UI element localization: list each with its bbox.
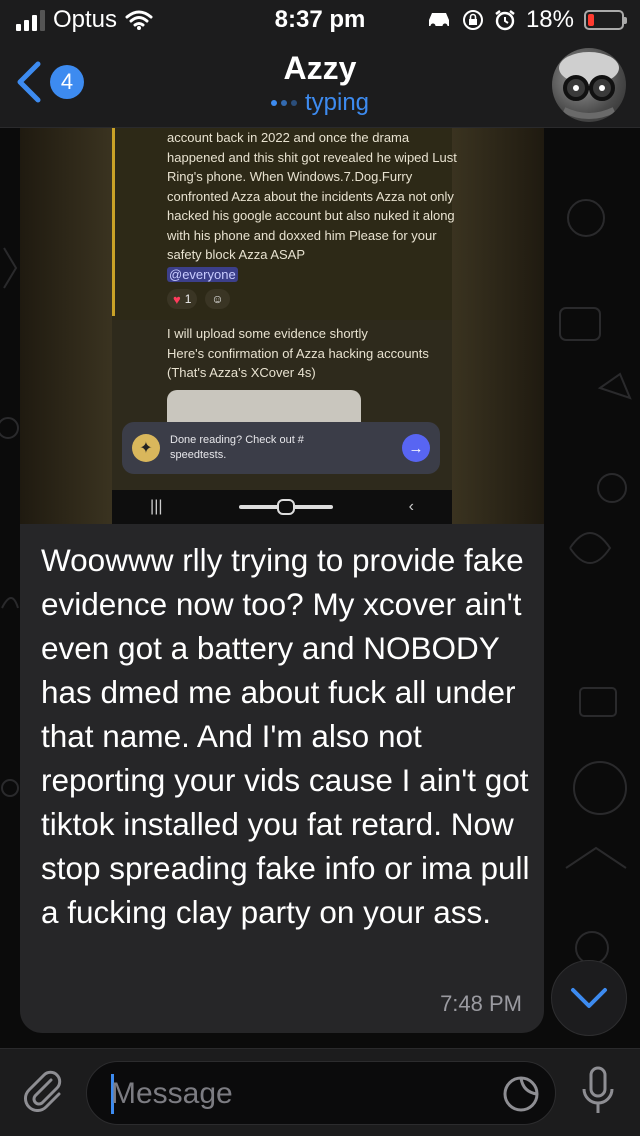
message-input[interactable] [111, 1072, 471, 1116]
avatar[interactable] [552, 48, 626, 122]
alarm-icon [495, 10, 515, 31]
media-followup-line2: Here's confirmation of Azza hacking acco… [167, 345, 429, 361]
media-followup-text: I will upload some evidence shortly Here… [167, 324, 457, 383]
message-time: 7:48 PM [440, 991, 522, 1016]
heart-icon: ♥ [173, 291, 181, 307]
media-blur-right [452, 128, 544, 524]
microphone-icon [582, 1066, 614, 1113]
home-pill-icon [238, 499, 333, 515]
media-toast-text: Done reading? Check out # speedtests. [170, 433, 392, 463]
media-mention: @everyone [167, 266, 238, 282]
message-bubble[interactable]: account back in 2022 and once the drama … [20, 128, 544, 1033]
avatar-image [559, 52, 619, 119]
scroll-to-bottom-button[interactable] [551, 960, 627, 1036]
message-field[interactable] [86, 1061, 556, 1125]
rotation-lock-icon [462, 10, 483, 30]
recents-icon: ||| [150, 498, 163, 515]
message-text: Woowww rlly trying to provide fake evide… [41, 542, 530, 930]
arrow-right-icon: → [402, 434, 430, 462]
sticker-icon[interactable] [501, 1074, 541, 1114]
status-bar: Optus 8:37 pm 18% [0, 0, 640, 42]
chat-title: Azzy [283, 50, 357, 86]
media-post-text: account back in 2022 and once the drama … [167, 128, 457, 284]
media-followup-line3: (That's Azza's XCover 4s) [167, 365, 316, 380]
media-blur-left [20, 128, 112, 524]
media-post-body: account back in 2022 and once the drama … [167, 130, 457, 262]
media-toast: ✦ Done reading? Check out # speedtests. … [122, 422, 440, 474]
media-android-nav: ||| ‹ [112, 490, 452, 524]
toast-line2: speedtests. [170, 449, 227, 461]
message-media-screenshot[interactable]: account back in 2022 and once the drama … [20, 128, 544, 524]
reaction-count: 1 [184, 292, 192, 306]
mascot-icon: ✦ [132, 434, 160, 462]
add-reaction-icon: ☺ [205, 289, 230, 309]
battery-percent: 18% [525, 6, 574, 33]
paperclip-icon [24, 1070, 62, 1112]
chat-title-block[interactable]: Azzy typing [0, 50, 640, 117]
reaction-heart: ♥ 1 [167, 289, 198, 309]
status-right: 18% [426, 6, 627, 34]
chevron-down-icon [571, 988, 607, 1008]
attach-button[interactable] [18, 1065, 68, 1115]
media-quote-bar [112, 128, 115, 316]
voice-record-button[interactable] [576, 1063, 620, 1119]
typing-indicator: typing [0, 89, 640, 117]
car-icon [428, 13, 449, 29]
chat-status-text: typing [304, 89, 370, 116]
toast-line1: Done reading? Check out # [170, 434, 304, 446]
message-input-bar [0, 1048, 640, 1136]
media-followup-line1: I will upload some evidence shortly [167, 326, 368, 341]
typing-dots-icon [270, 100, 297, 106]
media-reactions: ♥ 1 ☺ [167, 289, 230, 309]
chat-header: Optus 8:37 pm 18% 4 Azzy typing [0, 0, 640, 128]
battery-icon [584, 10, 627, 30]
back-chevron-icon: ‹ [408, 498, 414, 515]
